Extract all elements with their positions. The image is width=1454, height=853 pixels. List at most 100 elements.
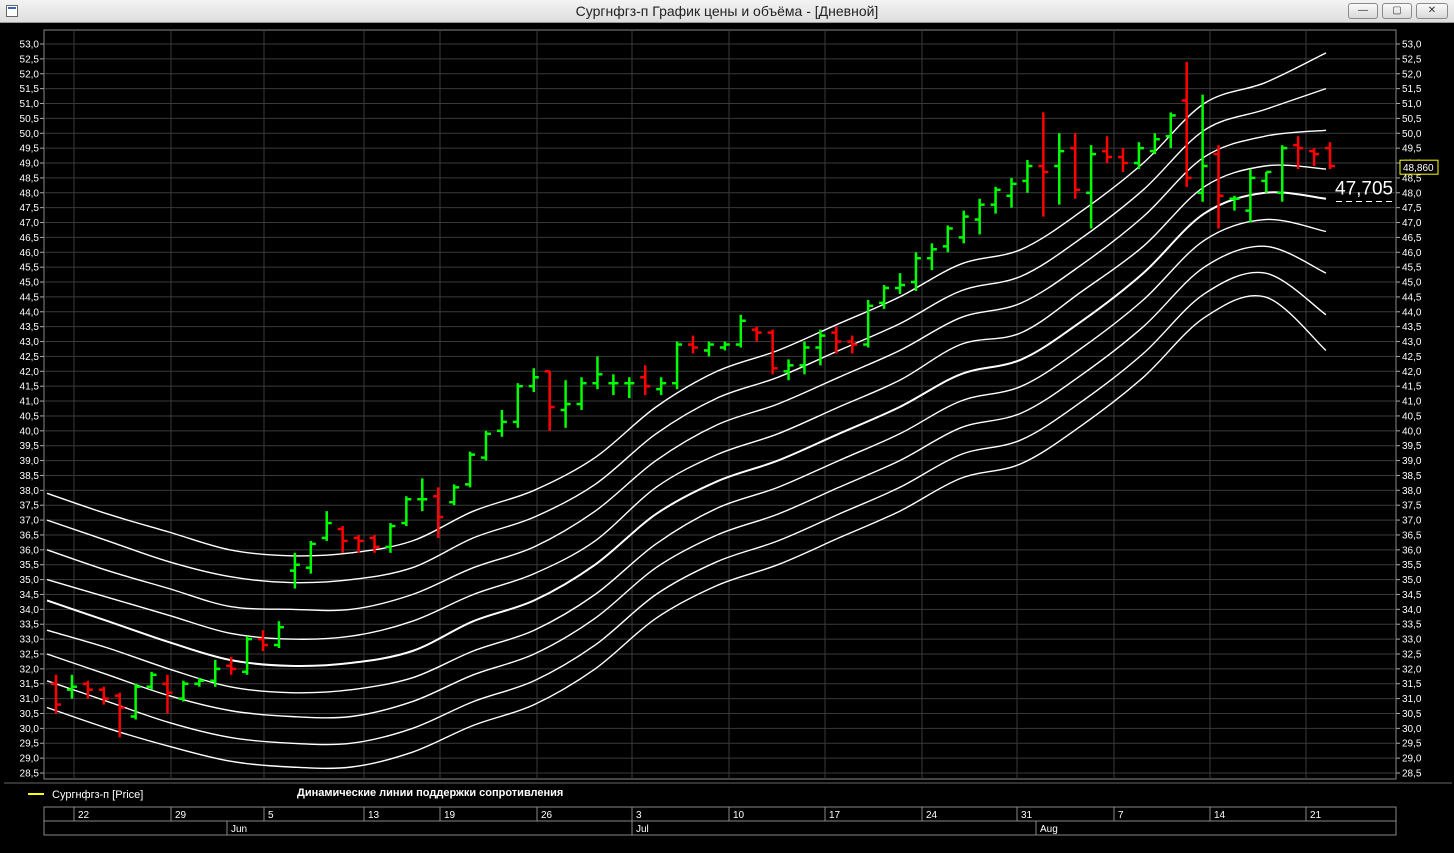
y-tick-label-left: 47,0: [20, 218, 40, 229]
chart-area: 28,5 29,0 29,5 30,0 30,5 31,0 31,5 32,0 32,5 33,0…: [0, 23, 1454, 853]
price-chart[interactable]: 28,5 29,0 29,5 30,0 30,5 31,0 31,5 32,0 32,5 33,0…: [0, 23, 1454, 853]
y-tick-label-right: 30,5: [1402, 709, 1422, 720]
y-tick-label-left: 34,0: [20, 605, 40, 616]
y-tick-label-right: 33,0: [1402, 635, 1422, 646]
y-tick-label-left: 31,5: [20, 679, 40, 690]
y-tick-label-right: 53,0: [1402, 40, 1422, 51]
y-tick-label-left: 38,0: [20, 486, 40, 497]
y-tick-label-right: 42,0: [1402, 367, 1422, 378]
y-tick-label-right: 35,5: [1402, 560, 1422, 571]
window-titlebar: Сургнфгз-п График цены и объёма - [Дневн…: [0, 0, 1454, 23]
y-tick-label-left: 39,0: [20, 456, 40, 467]
legend: Сургнфгз-п [Price] Динамические линии по…: [4, 782, 1452, 801]
y-tick-label-right: 51,5: [1402, 84, 1422, 95]
x-day-label: 19: [444, 810, 456, 821]
y-tick-label-left: 32,5: [20, 649, 40, 660]
window-title: Сургнфгз-п График цены и объёма - [Дневн…: [575, 3, 879, 19]
y-tick-label-left: 49,5: [20, 144, 40, 155]
y-tick-label-left: 33,5: [20, 620, 40, 631]
y-tick-label-left: 50,0: [20, 129, 40, 140]
y-tick-label-left: 30,5: [20, 709, 40, 720]
y-tick-label-right: 29,0: [1402, 754, 1422, 765]
y-tick-label-left: 29,5: [20, 739, 40, 750]
y-tick-label-right: 47,5: [1402, 203, 1422, 214]
y-tick-label-left: 51,0: [20, 99, 40, 110]
y-tick-label-right: 32,0: [1402, 664, 1422, 675]
y-tick-label-left: 38,5: [20, 471, 40, 482]
y-tick-label-left: 44,0: [20, 307, 40, 318]
y-tick-label-right: 45,0: [1402, 278, 1422, 289]
y-tick-label-right: 35,0: [1402, 575, 1422, 586]
y-tick-label-left: 49,0: [20, 159, 40, 170]
y-tick-label-left: 32,0: [20, 664, 40, 675]
y-tick-label-left: 36,5: [20, 530, 40, 541]
y-tick-label-right: 31,0: [1402, 694, 1422, 705]
y-tick-label-left: 29,0: [20, 754, 40, 765]
y-tick-label-right: 50,5: [1402, 114, 1422, 125]
y-tick-label-left: 46,0: [20, 248, 40, 259]
y-tick-label-right: 38,5: [1402, 471, 1422, 482]
x-day-label: 14: [1214, 810, 1226, 821]
y-tick-label-right: 41,0: [1402, 397, 1422, 408]
y-tick-label-left: 53,0: [20, 40, 40, 51]
y-tick-label-left: 46,5: [20, 233, 40, 244]
y-tick-label-left: 40,0: [20, 426, 40, 437]
y-tick-label-left: 45,0: [20, 278, 40, 289]
y-tick-label-left: 34,5: [20, 590, 40, 601]
y-tick-label-left: 42,5: [20, 352, 40, 363]
y-tick-label-right: 39,5: [1402, 441, 1422, 452]
x-month-label: Aug: [1040, 824, 1058, 835]
close-button[interactable]: ✕: [1416, 3, 1448, 19]
y-tick-label-left: 28,5: [20, 769, 40, 780]
y-tick-label-right: 43,0: [1402, 337, 1422, 348]
minimize-button[interactable]: —: [1348, 3, 1378, 19]
y-tick-label-right: 37,5: [1402, 501, 1422, 512]
y-tick-label-right: 28,5: [1402, 769, 1422, 780]
y-tick-label-left: 52,5: [20, 54, 40, 65]
y-tick-label-left: 52,0: [20, 69, 40, 80]
y-tick-label-right: 44,0: [1402, 307, 1422, 318]
y-tick-label-right: 48,5: [1402, 173, 1422, 184]
y-tick-label-left: 44,5: [20, 292, 40, 303]
y-tick-label-right: 30,0: [1402, 724, 1422, 735]
y-tick-label-left: 35,5: [20, 560, 40, 571]
y-tick-label-right: 36,0: [1402, 545, 1422, 556]
x-month-label: Jun: [231, 824, 247, 835]
x-axis: 22 29 5 13 19 26 3 10 17 24 31 7 14 21 Jun Jul Aug: [43, 806, 1397, 836]
y-tick-label-right: 47,0: [1402, 218, 1422, 229]
y-tick-label-left: 35,0: [20, 575, 40, 586]
y-axis-left: 28,5 29,0 29,5 30,0 30,5 31,0 31,5 32,0 32,5 33,0…: [20, 40, 44, 780]
y-tick-label-right: 50,0: [1402, 129, 1422, 140]
y-tick-label-right: 40,0: [1402, 426, 1422, 437]
y-tick-label-right: 34,0: [1402, 605, 1422, 616]
y-axis-right: 28,5 29,0 29,5 30,0 30,5 31,0 31,5 32,0 32,5 33,0…: [1396, 40, 1422, 780]
y-tick-label-right: 42,5: [1402, 352, 1422, 363]
x-day-label: 31: [1021, 810, 1033, 821]
y-tick-label-left: 48,0: [20, 188, 40, 199]
y-tick-label-left: 33,0: [20, 635, 40, 646]
x-day-label: 22: [78, 810, 90, 821]
x-day-label: 29: [175, 810, 187, 821]
x-day-label: 24: [926, 810, 938, 821]
x-day-label: 17: [829, 810, 841, 821]
x-day-label: 21: [1310, 810, 1322, 821]
last-price-value: 48,860: [1403, 163, 1434, 174]
y-tick-label-right: 52,5: [1402, 54, 1422, 65]
y-tick-label-left: 51,5: [20, 84, 40, 95]
y-tick-label-right: 43,5: [1402, 322, 1422, 333]
y-tick-label-right: 37,0: [1402, 516, 1422, 527]
y-tick-label-right: 32,5: [1402, 649, 1422, 660]
y-tick-label-left: 43,0: [20, 337, 40, 348]
restore-button[interactable]: ▢: [1382, 3, 1412, 19]
y-tick-label-right: 36,5: [1402, 530, 1422, 541]
x-day-label: 26: [541, 810, 553, 821]
y-tick-label-right: 49,5: [1402, 144, 1422, 155]
y-tick-label-left: 50,5: [20, 114, 40, 125]
x-day-label: 3: [636, 810, 642, 821]
y-tick-label-right: 52,0: [1402, 69, 1422, 80]
y-tick-label-right: 51,0: [1402, 99, 1422, 110]
y-tick-label-left: 48,5: [20, 173, 40, 184]
y-tick-label-right: 48,0: [1402, 188, 1422, 199]
y-tick-label-right: 33,5: [1402, 620, 1422, 631]
y-tick-label-left: 45,5: [20, 263, 40, 274]
